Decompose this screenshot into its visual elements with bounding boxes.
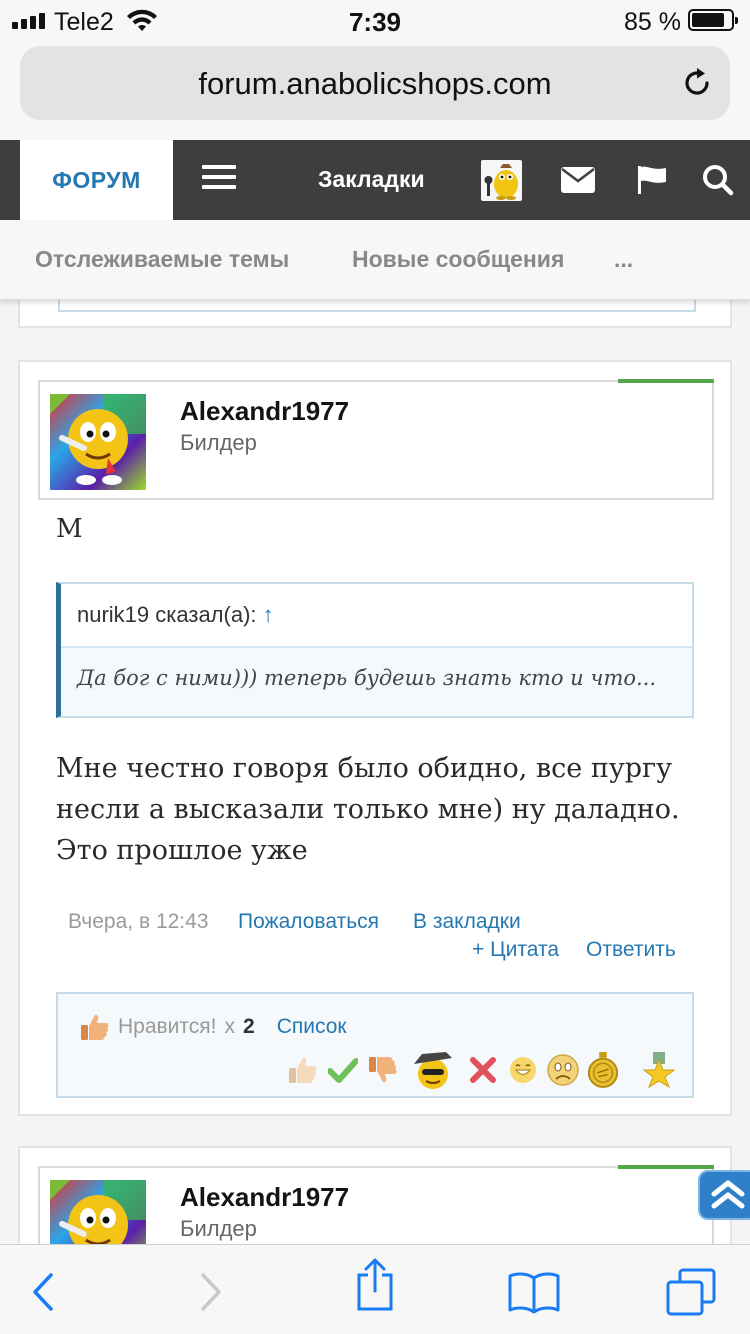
- cross-reaction-icon[interactable]: [466, 1053, 500, 1087]
- thumbs-down-reaction-icon[interactable]: [366, 1053, 400, 1087]
- sad-reaction-icon[interactable]: [546, 1053, 580, 1087]
- cool-smiley-reaction-icon[interactable]: [406, 1050, 460, 1090]
- book-icon[interactable]: [506, 1267, 562, 1317]
- post: Alexandr1977 Билдер М nurik19 сказал(а):…: [18, 360, 732, 1116]
- quote-text: Да бог с ними))) теперь будешь знать кто…: [77, 666, 657, 690]
- browser-top-bar: forum.anabolicshops.com: [0, 40, 750, 140]
- quote-author: nurik19 сказал(а):: [77, 602, 257, 627]
- tab-forum[interactable]: ФОРУМ: [20, 140, 173, 220]
- ios-status-bar: Tele2 7:39 85 %: [0, 0, 750, 40]
- report-link[interactable]: Пожаловаться: [238, 910, 379, 934]
- search-icon[interactable]: [698, 140, 738, 220]
- reload-icon[interactable]: [680, 66, 714, 100]
- likes-label: Нравится!: [118, 1015, 217, 1038]
- star-award-reaction-icon[interactable]: [642, 1052, 676, 1088]
- url-text: forum.anabolicshops.com: [198, 66, 552, 101]
- thumbs-up-icon: [81, 1014, 109, 1040]
- battery-icon: [688, 9, 738, 31]
- likes-summary: Нравится! x 2 Список: [56, 992, 694, 1098]
- sub-navigation: Отслеживаемые темы Новые сообщения ...: [0, 220, 750, 300]
- online-indicator: [50, 1180, 70, 1200]
- online-indicator: [50, 394, 70, 414]
- post-date[interactable]: Вчера, в 12:43: [68, 910, 209, 934]
- watched-threads-link[interactable]: Отслеживаемые темы: [35, 246, 289, 273]
- forward-chevron-icon[interactable]: [186, 1267, 236, 1317]
- post-status-line: [618, 1165, 714, 1169]
- flag-icon[interactable]: [632, 140, 672, 220]
- double-chevron-up-icon: [711, 1180, 745, 1209]
- message-text-line: М: [56, 514, 83, 544]
- user-avatar[interactable]: [481, 160, 522, 201]
- smile-reaction-icon[interactable]: [506, 1053, 540, 1087]
- address-bar[interactable]: forum.anabolicshops.com: [20, 46, 730, 120]
- author-title: Билдер: [180, 1216, 257, 1241]
- reply-link[interactable]: Ответить: [586, 938, 676, 962]
- author-username[interactable]: Alexandr1977: [180, 1182, 349, 1213]
- author-avatar[interactable]: [50, 394, 146, 490]
- new-posts-link[interactable]: Новые сообщения: [352, 246, 564, 273]
- bookmarks-link[interactable]: Закладки: [318, 166, 425, 193]
- tabs-icon[interactable]: [666, 1267, 716, 1317]
- quote-block: nurik19 сказал(а): ↑ Да бог с ними))) те…: [56, 582, 694, 718]
- likes-multiplier: x: [224, 1015, 236, 1038]
- share-icon[interactable]: [350, 1258, 400, 1311]
- back-chevron-icon[interactable]: [18, 1267, 68, 1317]
- envelope-icon[interactable]: [558, 140, 598, 220]
- bookmark-link[interactable]: В закладки: [413, 910, 521, 934]
- hamburger-icon[interactable]: [202, 165, 236, 191]
- forum-nav-bar: ФОРУМ Закладки: [0, 140, 750, 220]
- author-username[interactable]: Alexandr1977: [180, 396, 349, 427]
- likes-count: 2: [243, 1015, 255, 1038]
- post-author-block: Alexandr1977 Билдер: [38, 379, 714, 500]
- likes-list-link[interactable]: Список: [277, 1015, 347, 1039]
- battery-percent: 85 %: [624, 8, 681, 36]
- author-title: Билдер: [180, 430, 257, 455]
- scroll-to-top-button[interactable]: [698, 1170, 750, 1220]
- message-body: Мне честно говоря было обидно, все пургу…: [56, 753, 680, 866]
- quote-header: nurik19 сказал(а): ↑: [61, 584, 692, 648]
- browser-toolbar: [0, 1244, 750, 1334]
- post-status-line: [618, 379, 714, 383]
- quote-jump-arrow[interactable]: ↑: [263, 602, 274, 627]
- quote-link[interactable]: + Цитата: [472, 938, 559, 962]
- more-menu[interactable]: ...: [614, 246, 633, 273]
- medal-reaction-icon[interactable]: [586, 1052, 620, 1088]
- check-reaction-icon[interactable]: [326, 1053, 360, 1087]
- reaction-bar: [286, 1050, 676, 1090]
- thumbs-up-reaction-icon[interactable]: [286, 1053, 320, 1087]
